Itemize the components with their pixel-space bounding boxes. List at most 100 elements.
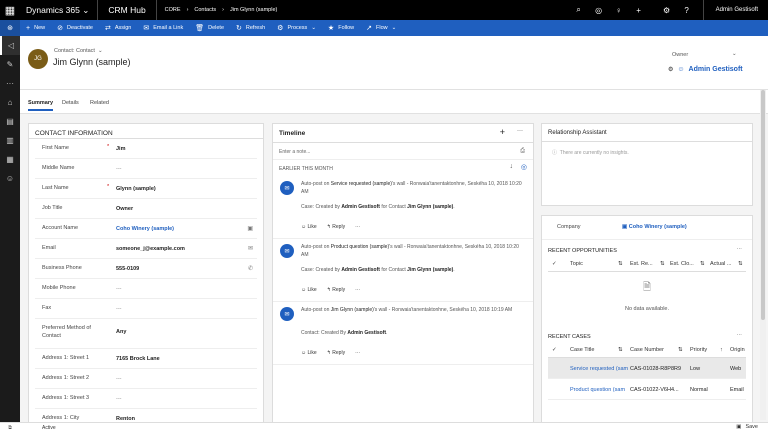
timeline-post[interactable]: ✉ Auto-post on Jim Glynn (sample)'s wall… — [273, 302, 533, 365]
deactivate-button[interactable]: ⊘ Deactivate — [51, 20, 99, 36]
col-case-title[interactable]: Case Title — [570, 347, 594, 353]
form-selector[interactable]: Contact: Contact ⌄ — [54, 48, 103, 54]
like-button[interactable]: ☺ Like — [301, 287, 317, 293]
col-topic[interactable]: Topic — [570, 261, 583, 267]
tab-related[interactable]: Related — [90, 100, 109, 106]
reply-button[interactable]: ↰ Reply — [327, 350, 345, 356]
pinned-icon[interactable]: ▥ — [0, 131, 20, 150]
field-value[interactable]: Jim — [116, 146, 125, 152]
case-title-link[interactable]: Product question (sam — [570, 387, 625, 393]
field-value[interactable]: --- — [116, 166, 122, 172]
like-button[interactable]: ☺ Like — [301, 224, 317, 230]
search-icon[interactable]: ⌕ — [569, 5, 589, 15]
contact-icon[interactable]: ☺ — [0, 169, 20, 188]
post-user[interactable]: Admin Gestisoft — [347, 330, 386, 336]
refresh-button[interactable]: ↻ Refresh — [230, 20, 271, 36]
sort-icon[interactable]: ⇅ — [618, 347, 623, 353]
process-button[interactable]: ⚙ Process ⌄ — [271, 20, 322, 36]
sort-icon[interactable]: ⇅ — [618, 261, 623, 267]
field-value[interactable]: --- — [116, 376, 122, 382]
assistant-icon[interactable]: ◎ — [589, 6, 609, 15]
case-row[interactable]: Service requested (sam CAS-01028-R8P8R9 … — [548, 358, 746, 379]
user-name[interactable]: Admin Gestisoft — [702, 0, 768, 20]
more-icon[interactable]: ··· — [355, 350, 360, 356]
col-est-close[interactable]: Est. Clo... — [670, 261, 694, 267]
select-all-checkbox[interactable]: ✓ — [552, 261, 557, 267]
more-icon[interactable]: ··· — [737, 246, 743, 252]
dashboard-icon[interactable]: ▦ — [0, 150, 20, 169]
post-user[interactable]: Admin Gestisoft — [341, 204, 380, 210]
attachment-icon[interactable]: ⎙ — [520, 148, 525, 155]
more-icon[interactable]: ··· — [0, 74, 20, 93]
owner-field[interactable]: ⚙ ☺ Admin Gestisoft — [668, 66, 743, 73]
col-priority[interactable]: Priority — [690, 347, 707, 353]
field-value[interactable]: Glynn (sample) — [116, 186, 156, 192]
field-action-icon[interactable]: ▣ — [247, 225, 253, 232]
sort-icon[interactable]: ⇅ — [678, 347, 683, 353]
site-map-icon[interactable]: ⊛ — [0, 20, 20, 36]
more-icon[interactable]: ··· — [355, 287, 360, 293]
help-icon[interactable]: ? — [677, 6, 697, 15]
like-button[interactable]: ☺ Like — [301, 350, 317, 356]
field-action-icon[interactable]: ✉ — [248, 245, 253, 252]
sort-icon[interactable]: ⇅ — [700, 261, 705, 267]
page-scrollbar[interactable] — [760, 90, 766, 420]
case-row[interactable]: Product question (sam CAS-01022-V6H4... … — [548, 379, 746, 400]
col-actual[interactable]: Actual ... — [710, 261, 731, 267]
app-launcher-icon[interactable]: ▦ — [0, 0, 20, 20]
post-user[interactable]: Admin Gestisoft — [341, 267, 380, 273]
col-origin[interactable]: Origin — [730, 347, 745, 353]
field-value[interactable]: Owner — [116, 206, 133, 212]
app-name[interactable]: CRM Hub — [98, 0, 157, 20]
post-object[interactable]: Jim Glynn (sample) — [407, 267, 453, 273]
field-value[interactable]: 555-0109 — [116, 266, 139, 272]
reply-button[interactable]: ↰ Reply — [327, 287, 345, 293]
brand[interactable]: Dynamics 365 ⌄ — [20, 0, 99, 20]
scrollbar-thumb[interactable] — [761, 90, 765, 320]
breadcrumb-core[interactable]: CORE — [165, 7, 181, 13]
filter-icon[interactable]: ◎ — [521, 163, 527, 171]
plus-icon[interactable]: + — [629, 6, 649, 15]
open-new-window-icon[interactable]: ⧉ — [0, 425, 20, 431]
save-button[interactable]: ▣ Save — [736, 424, 758, 430]
home-icon[interactable]: ⌂ — [0, 93, 20, 112]
select-all-checkbox[interactable]: ✓ — [552, 347, 557, 353]
gear-icon[interactable]: ⚙ — [657, 6, 677, 15]
post-subject[interactable]: Jim Glynn (sample) — [331, 307, 374, 313]
field-value[interactable]: --- — [116, 396, 122, 402]
add-activity-icon[interactable]: + — [500, 127, 505, 137]
field-value[interactable]: 7165 Brock Lane — [116, 356, 160, 362]
pin-icon[interactable]: ✎ — [0, 55, 20, 74]
post-subject[interactable]: Product question (sample) — [331, 244, 389, 250]
delete-button[interactable]: 🗑 Delete — [189, 20, 230, 36]
field-value[interactable]: --- — [116, 286, 122, 292]
timeline-post[interactable]: ✉ Auto-post on Product question (sample)… — [273, 239, 533, 302]
col-case-number[interactable]: Case Number — [630, 347, 664, 353]
assign-button[interactable]: ⇄ Assign — [99, 20, 137, 36]
field-value[interactable]: someone_j@example.com — [116, 246, 185, 252]
sort-icon[interactable]: ↓ — [510, 163, 514, 170]
field-value[interactable]: --- — [116, 306, 122, 312]
sort-asc-icon[interactable]: ↑ — [720, 347, 723, 353]
more-icon[interactable]: ··· — [737, 332, 743, 338]
field-action-icon[interactable]: ✆ — [248, 265, 253, 272]
reply-button[interactable]: ↰ Reply — [327, 224, 345, 230]
lightbulb-icon[interactable]: ♀ — [609, 6, 629, 15]
timeline-post[interactable]: ✉ Auto-post on Service requested (sample… — [273, 176, 533, 239]
tab-details[interactable]: Details — [62, 100, 79, 106]
more-icon[interactable]: ··· — [355, 224, 360, 230]
tab-summary[interactable]: Summary — [28, 100, 54, 111]
flow-button[interactable]: ↗ Flow ⌄ — [360, 20, 402, 36]
back-icon[interactable]: ◁ — [0, 36, 20, 55]
breadcrumb-contacts[interactable]: Contacts — [194, 7, 216, 13]
sort-icon[interactable]: ⇅ — [660, 261, 665, 267]
sort-icon[interactable]: ⇅ — [738, 261, 743, 267]
field-value[interactable]: Coho Winery (sample) — [116, 226, 174, 232]
company-link[interactable]: ▣ Coho Winery (sample) — [622, 224, 687, 230]
note-input[interactable]: Enter a note... ⎙ — [273, 143, 533, 160]
email-link-button[interactable]: ✉ Email a Link — [137, 20, 189, 36]
chevron-down-icon[interactable]: ⌄ — [732, 51, 737, 57]
col-est-revenue[interactable]: Est. Re... — [630, 261, 653, 267]
follow-button[interactable]: ★ Follow — [322, 20, 360, 36]
post-object[interactable]: Jim Glynn (sample) — [407, 204, 453, 210]
